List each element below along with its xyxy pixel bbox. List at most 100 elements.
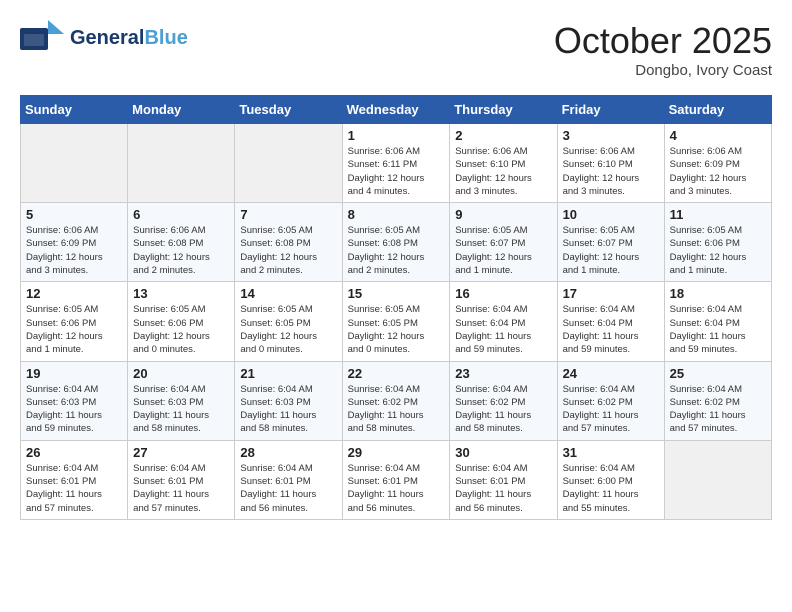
calendar-cell: 31 Sunrise: 6:04 AM Sunset: 6:00 PM Dayli… xyxy=(557,440,664,519)
calendar-cell: 30 Sunrise: 6:04 AM Sunset: 6:01 PM Dayli… xyxy=(450,440,557,519)
calendar-cell: 20Sunrise: 6:04 AM Sunset: 6:03 PM Dayli… xyxy=(128,361,235,440)
day-number: 1 xyxy=(348,128,445,143)
week-row-3: 12 Sunrise: 6:05 AM Sunset: 6:06 PM Dayli… xyxy=(21,282,772,361)
calendar-cell: 6Sunrise: 6:06 AM Sunset: 6:08 PM Daylig… xyxy=(128,203,235,282)
day-info: Sunrise: 6:04 AM Sunset: 6:02 PM Dayligh… xyxy=(670,383,766,436)
day-number: 7 xyxy=(240,207,336,222)
day-number: 16 xyxy=(455,286,551,301)
calendar-cell xyxy=(664,440,771,519)
day-number: 13 xyxy=(133,286,229,301)
day-info: Sunrise: 6:06 AM Sunset: 6:09 PM Dayligh… xyxy=(26,224,122,277)
calendar-cell: 24 Sunrise: 6:04 AM Sunset: 6:02 PM Dayli… xyxy=(557,361,664,440)
day-number: 26 xyxy=(26,445,122,460)
header: GeneralBlue October 2025 Dongbo, Ivory C… xyxy=(20,20,772,79)
calendar-cell: 18Sunrise: 6:04 AM Sunset: 6:04 PM Dayli… xyxy=(664,282,771,361)
calendar-cell: 19 Sunrise: 6:04 AM Sunset: 6:03 PM Dayli… xyxy=(21,361,128,440)
location: Dongbo, Ivory Coast xyxy=(554,62,772,79)
calendar-cell: 10 Sunrise: 6:05 AM Sunset: 6:07 PM Dayli… xyxy=(557,203,664,282)
day-info: Sunrise: 6:04 AM Sunset: 6:03 PM Dayligh… xyxy=(133,383,229,436)
day-info: Sunrise: 6:04 AM Sunset: 6:02 PM Dayligh… xyxy=(563,383,659,436)
day-info: Sunrise: 6:05 AM Sunset: 6:08 PM Dayligh… xyxy=(348,224,445,277)
day-number: 17 xyxy=(563,286,659,301)
day-info: Sunrise: 6:04 AM Sunset: 6:02 PM Dayligh… xyxy=(348,383,445,436)
logo-area: GeneralBlue xyxy=(20,20,188,56)
calendar-cell: 15Sunrise: 6:05 AM Sunset: 6:05 PM Dayli… xyxy=(342,282,450,361)
week-row-4: 19 Sunrise: 6:04 AM Sunset: 6:03 PM Dayli… xyxy=(21,361,772,440)
calendar-cell: 16 Sunrise: 6:04 AM Sunset: 6:04 PM Dayli… xyxy=(450,282,557,361)
day-number: 15 xyxy=(348,286,445,301)
calendar-cell: 27 Sunrise: 6:04 AM Sunset: 6:01 PM Dayli… xyxy=(128,440,235,519)
day-number: 29 xyxy=(348,445,445,460)
day-number: 10 xyxy=(563,207,659,222)
calendar-cell: 5 Sunrise: 6:06 AM Sunset: 6:09 PM Daylig… xyxy=(21,203,128,282)
calendar-cell: 9Sunrise: 6:05 AM Sunset: 6:07 PM Daylig… xyxy=(450,203,557,282)
day-info: Sunrise: 6:04 AM Sunset: 6:02 PM Dayligh… xyxy=(455,383,551,436)
day-number: 2 xyxy=(455,128,551,143)
day-number: 12 xyxy=(26,286,122,301)
day-info: Sunrise: 6:05 AM Sunset: 6:07 PM Dayligh… xyxy=(563,224,659,277)
day-number: 31 xyxy=(563,445,659,460)
logo-text: GeneralBlue xyxy=(70,27,188,49)
logo-icon xyxy=(20,20,64,56)
calendar-cell xyxy=(21,124,128,203)
brand-blue: Blue xyxy=(144,27,187,49)
day-number: 5 xyxy=(26,207,122,222)
calendar-cell: 25 Sunrise: 6:04 AM Sunset: 6:02 PM Dayli… xyxy=(664,361,771,440)
calendar-cell: 26 Sunrise: 6:04 AM Sunset: 6:01 PM Dayli… xyxy=(21,440,128,519)
day-number: 9 xyxy=(455,207,551,222)
calendar-page: GeneralBlue October 2025 Dongbo, Ivory C… xyxy=(0,0,792,530)
calendar-cell: 23Sunrise: 6:04 AM Sunset: 6:02 PM Dayli… xyxy=(450,361,557,440)
calendar-cell: 17 Sunrise: 6:04 AM Sunset: 6:04 PM Dayli… xyxy=(557,282,664,361)
day-number: 27 xyxy=(133,445,229,460)
day-info: Sunrise: 6:06 AM Sunset: 6:10 PM Dayligh… xyxy=(455,145,551,198)
day-number: 4 xyxy=(670,128,766,143)
day-number: 22 xyxy=(348,366,445,381)
calendar-cell: 28 Sunrise: 6:04 AM Sunset: 6:01 PM Dayli… xyxy=(235,440,342,519)
calendar-cell: 4 Sunrise: 6:06 AM Sunset: 6:09 PM Daylig… xyxy=(664,124,771,203)
day-number: 19 xyxy=(26,366,122,381)
calendar-cell: 14Sunrise: 6:05 AM Sunset: 6:05 PM Dayli… xyxy=(235,282,342,361)
day-header-saturday: Saturday xyxy=(664,96,771,124)
day-header-row: SundayMondayTuesdayWednesdayThursdayFrid… xyxy=(21,96,772,124)
calendar-table: SundayMondayTuesdayWednesdayThursdayFrid… xyxy=(20,95,772,520)
day-info: Sunrise: 6:04 AM Sunset: 6:04 PM Dayligh… xyxy=(670,303,766,356)
day-header-monday: Monday xyxy=(128,96,235,124)
day-number: 8 xyxy=(348,207,445,222)
month-title: October 2025 xyxy=(554,20,772,62)
day-info: Sunrise: 6:04 AM Sunset: 6:01 PM Dayligh… xyxy=(348,462,445,515)
calendar-cell: 8 Sunrise: 6:05 AM Sunset: 6:08 PM Daylig… xyxy=(342,203,450,282)
day-info: Sunrise: 6:04 AM Sunset: 6:00 PM Dayligh… xyxy=(563,462,659,515)
day-info: Sunrise: 6:06 AM Sunset: 6:09 PM Dayligh… xyxy=(670,145,766,198)
day-info: Sunrise: 6:05 AM Sunset: 6:05 PM Dayligh… xyxy=(240,303,336,356)
day-info: Sunrise: 6:04 AM Sunset: 6:01 PM Dayligh… xyxy=(26,462,122,515)
calendar-cell: 2 Sunrise: 6:06 AM Sunset: 6:10 PM Daylig… xyxy=(450,124,557,203)
calendar-cell: 29 Sunrise: 6:04 AM Sunset: 6:01 PM Dayli… xyxy=(342,440,450,519)
day-header-thursday: Thursday xyxy=(450,96,557,124)
day-header-wednesday: Wednesday xyxy=(342,96,450,124)
day-info: Sunrise: 6:05 AM Sunset: 6:06 PM Dayligh… xyxy=(133,303,229,356)
day-header-sunday: Sunday xyxy=(21,96,128,124)
calendar-cell: 21Sunrise: 6:04 AM Sunset: 6:03 PM Dayli… xyxy=(235,361,342,440)
day-number: 21 xyxy=(240,366,336,381)
day-info: Sunrise: 6:04 AM Sunset: 6:03 PM Dayligh… xyxy=(26,383,122,436)
day-number: 24 xyxy=(563,366,659,381)
day-number: 11 xyxy=(670,207,766,222)
day-header-friday: Friday xyxy=(557,96,664,124)
day-info: Sunrise: 6:04 AM Sunset: 6:01 PM Dayligh… xyxy=(240,462,336,515)
week-row-5: 26 Sunrise: 6:04 AM Sunset: 6:01 PM Dayli… xyxy=(21,440,772,519)
day-info: Sunrise: 6:06 AM Sunset: 6:10 PM Dayligh… xyxy=(563,145,659,198)
day-number: 30 xyxy=(455,445,551,460)
day-info: Sunrise: 6:04 AM Sunset: 6:04 PM Dayligh… xyxy=(455,303,551,356)
brand-general: General xyxy=(70,27,144,49)
day-number: 28 xyxy=(240,445,336,460)
calendar-cell xyxy=(235,124,342,203)
calendar-cell: 11Sunrise: 6:05 AM Sunset: 6:06 PM Dayli… xyxy=(664,203,771,282)
day-info: Sunrise: 6:04 AM Sunset: 6:01 PM Dayligh… xyxy=(455,462,551,515)
day-info: Sunrise: 6:04 AM Sunset: 6:04 PM Dayligh… xyxy=(563,303,659,356)
day-number: 6 xyxy=(133,207,229,222)
day-number: 25 xyxy=(670,366,766,381)
day-header-tuesday: Tuesday xyxy=(235,96,342,124)
day-number: 3 xyxy=(563,128,659,143)
calendar-cell: 22 Sunrise: 6:04 AM Sunset: 6:02 PM Dayli… xyxy=(342,361,450,440)
day-info: Sunrise: 6:04 AM Sunset: 6:01 PM Dayligh… xyxy=(133,462,229,515)
